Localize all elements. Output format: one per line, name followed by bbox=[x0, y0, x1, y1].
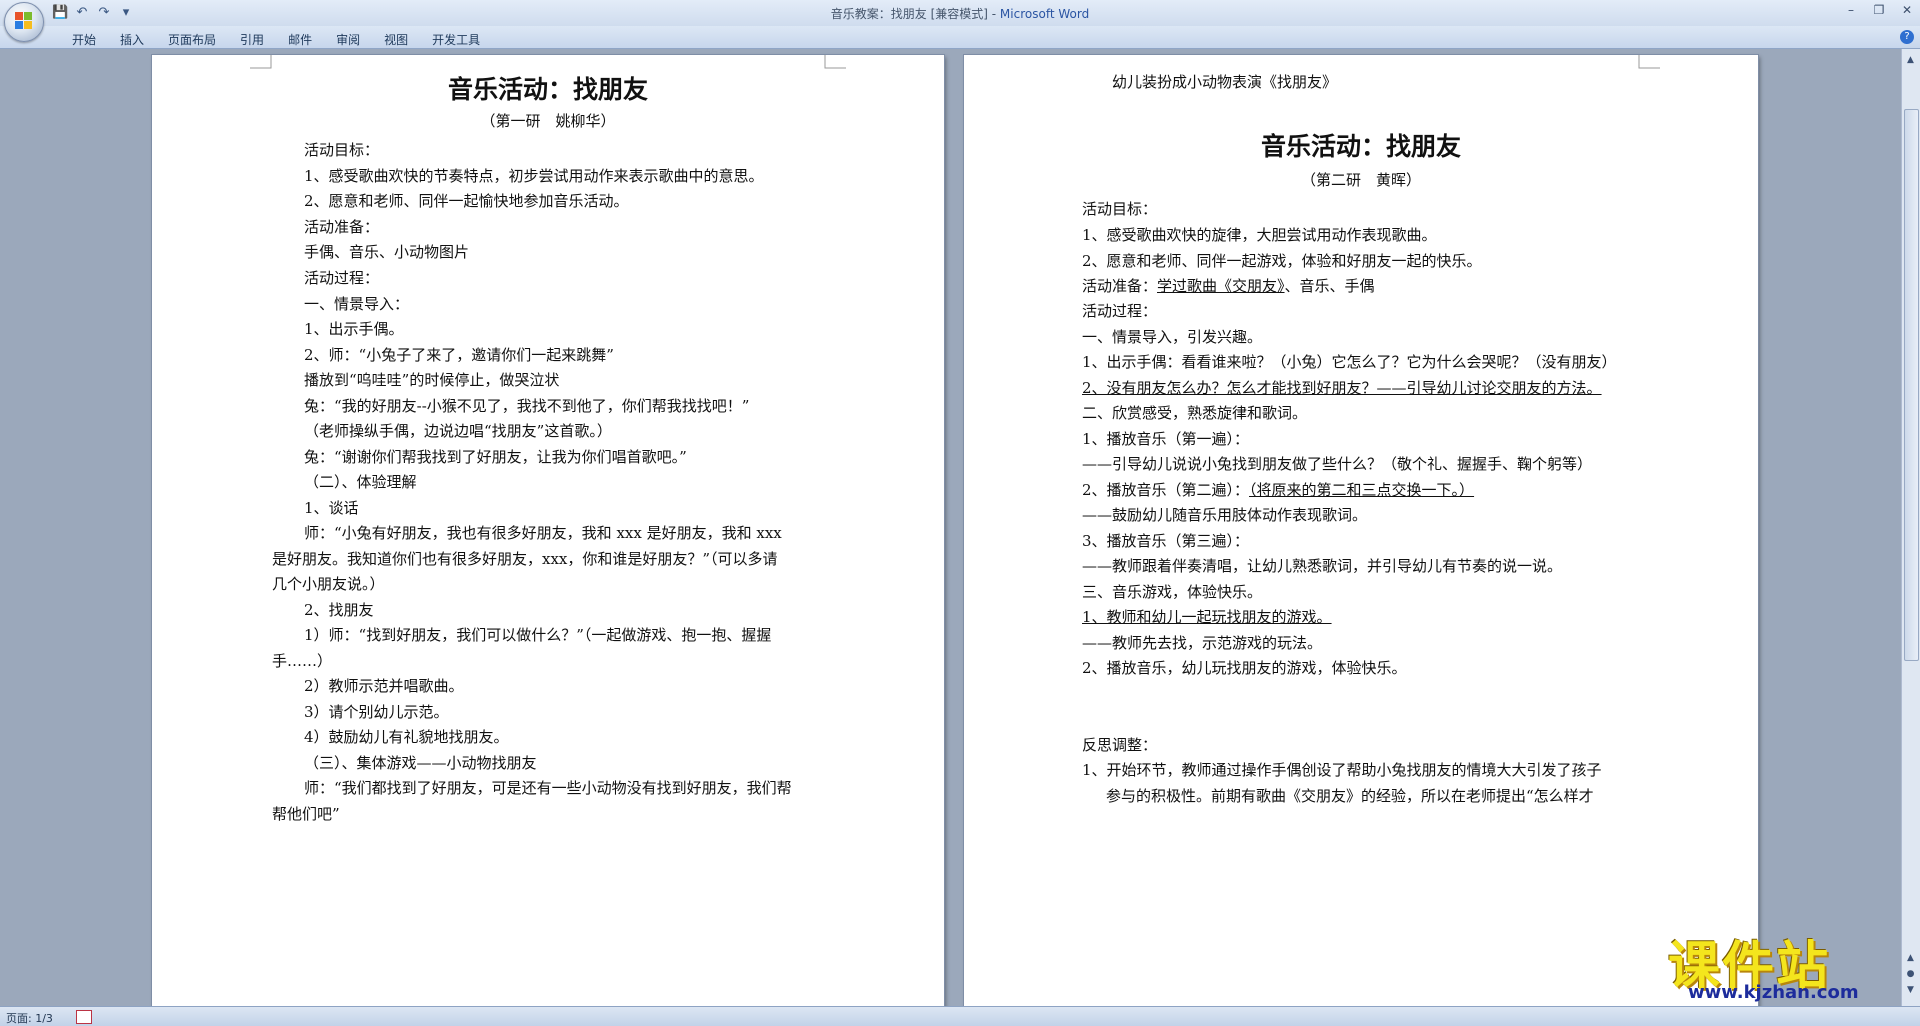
text-line: 活动准备：学过歌曲《交朋友》、音乐、手偶 bbox=[1082, 275, 1375, 296]
tab-home[interactable]: 开始 bbox=[60, 29, 108, 50]
minimize-icon[interactable]: – bbox=[1844, 3, 1858, 17]
margin-corner-mark bbox=[824, 55, 846, 69]
scrollbar-thumb[interactable] bbox=[1904, 109, 1919, 661]
text-line: 2、师：“小兔子了来了，邀请你们一起来跳舞” bbox=[304, 346, 614, 364]
ribbon-tab-bar: 开始 插入 页面布局 引用 邮件 审阅 视图 开发工具 ? bbox=[0, 26, 1920, 49]
text-line: 1、播放音乐（第一遍）： bbox=[1082, 430, 1250, 448]
watermark-logo: 课件站 www.kjzhan.com bbox=[1668, 924, 1904, 1006]
tab-view[interactable]: 视图 bbox=[372, 29, 420, 50]
text-line: 2、播放音乐，幼儿玩找朋友的游戏，体验快乐。 bbox=[1082, 659, 1407, 677]
text-line: 一、情景导入： bbox=[304, 295, 410, 313]
office-button[interactable] bbox=[4, 2, 44, 42]
text-line: （三）、集体游戏——小动物找朋友 bbox=[304, 754, 537, 772]
text-line: 兔：“谢谢你们帮我找到了好朋友，让我为你们唱首歌吧。” bbox=[304, 448, 687, 466]
tab-insert[interactable]: 插入 bbox=[108, 29, 156, 50]
page-subtitle: （第一研 姚柳华） bbox=[480, 112, 616, 130]
text-line: ——引导幼儿说说小兔找到朋友做了些什么？（敬个礼、握握手、鞠个躬等） bbox=[1082, 455, 1593, 473]
office-logo-icon bbox=[15, 12, 33, 30]
tab-references[interactable]: 引用 bbox=[228, 29, 276, 50]
text-line: 1、感受歌曲欢快的节奏特点，初步尝试用动作来表示歌曲中的意思。 bbox=[304, 167, 764, 185]
text-line: 反思调整： bbox=[1082, 736, 1158, 754]
text-line: 1、感受歌曲欢快的旋律，大胆尝试用动作表现歌曲。 bbox=[1082, 226, 1437, 244]
page-2[interactable]: 幼儿装扮成小动物表演《找朋友》 音乐活动：找朋友 （第二研 黄晖） 活动目标： … bbox=[964, 55, 1758, 1006]
text-line: 2、播放音乐（第二遍）：（将原来的第二和三点交换一下。） bbox=[1082, 479, 1474, 500]
underlined-text: 1、教师和幼儿一起玩找朋友的游戏。 bbox=[1082, 608, 1332, 626]
page-title: 音乐活动：找朋友 bbox=[447, 75, 648, 104]
tab-mailings[interactable]: 邮件 bbox=[276, 29, 324, 50]
text-line-label: 2、播放音乐（第二遍）： bbox=[1082, 481, 1250, 499]
text-line: 活动准备： bbox=[304, 218, 380, 236]
app-name: Microsoft Word bbox=[999, 7, 1090, 21]
text-line: （老师操纵手偶，边说边唱“找朋友”这首歌。） bbox=[304, 422, 612, 440]
text-line: 帮他们吧” bbox=[272, 805, 340, 823]
watermark-url: www.kjzhan.com bbox=[1688, 982, 1859, 1003]
text-line: 1、出示手偶。 bbox=[304, 320, 404, 338]
document-title: 音乐教案：找朋友 [兼容模式] - bbox=[830, 7, 1000, 21]
page-title: 音乐活动：找朋友 bbox=[1260, 132, 1461, 161]
text-line: 参与的积极性。前期有歌曲《交朋友》的经验，所以在老师提出“怎么样才 bbox=[1106, 787, 1594, 805]
page-subtitle: （第二研 黄晖） bbox=[1300, 171, 1421, 189]
text-line: 三、音乐游戏，体验快乐。 bbox=[1082, 583, 1263, 601]
text-line: 手……） bbox=[272, 652, 333, 670]
text-line: 活动过程： bbox=[1082, 302, 1158, 320]
text-line: 幼儿装扮成小动物表演《找朋友》 bbox=[1112, 73, 1338, 91]
text-line: ——教师先去找，示范游戏的玩法。 bbox=[1082, 634, 1323, 652]
text-line: 4）鼓励幼儿有礼貌地找朋友。 bbox=[304, 728, 509, 746]
text-line-label: 活动准备： bbox=[1082, 277, 1158, 295]
title-bar: 💾 ↶ ↷ ▾ 音乐教案：找朋友 [兼容模式] - Microsoft Word… bbox=[0, 0, 1920, 26]
status-bar: 页面: 1/3 bbox=[0, 1006, 1920, 1026]
window-title: 音乐教案：找朋友 [兼容模式] - Microsoft Word bbox=[0, 5, 1920, 22]
text-line: 一、情景导入，引发兴趣。 bbox=[1082, 328, 1263, 346]
text-line-rest: 、音乐、手偶 bbox=[1284, 277, 1375, 295]
text-line: 几个小朋友说。） bbox=[272, 575, 385, 593]
vertical-scrollbar[interactable]: ▲ ▲ ● ▼ bbox=[1901, 49, 1920, 1006]
help-icon[interactable]: ? bbox=[1900, 30, 1914, 44]
margin-corner-mark bbox=[1638, 55, 1660, 69]
text-line: 手偶、音乐、小动物图片 bbox=[304, 243, 470, 261]
restore-icon[interactable]: ❐ bbox=[1872, 3, 1886, 17]
underlined-text: 2、没有朋友怎么办？怎么才能找到好朋友？——引导幼儿讨论交朋友的方法。 bbox=[1082, 379, 1602, 397]
text-line: 兔：“我的好朋友--小猴不见了，我找不到他了，你们帮我找找吧！” bbox=[304, 397, 750, 415]
scroll-up-icon[interactable]: ▲ bbox=[1904, 53, 1917, 67]
text-line: 播放到“呜哇哇”的时候停止，做哭泣状 bbox=[304, 371, 560, 389]
margin-corner-mark bbox=[250, 55, 272, 69]
text-line: 2、找朋友 bbox=[304, 601, 374, 619]
browse-object-icon[interactable]: ● bbox=[1904, 967, 1917, 981]
close-icon[interactable]: ✕ bbox=[1900, 3, 1914, 17]
text-line: 1、开始环节，教师通过操作手偶创设了帮助小兔找朋友的情境大大引发了孩子 bbox=[1082, 761, 1602, 779]
text-line: 2、愿意和老师、同伴一起游戏，体验和好朋友一起的快乐。 bbox=[1082, 252, 1482, 270]
text-line: ——教师跟着伴奏清唱，让幼儿熟悉歌词，并引导幼儿有节奏的说一说。 bbox=[1082, 557, 1563, 575]
tab-review[interactable]: 审阅 bbox=[324, 29, 372, 50]
page-1[interactable]: 音乐活动：找朋友 （第一研 姚柳华） 活动目标： 1、感受歌曲欢快的节奏特点，初… bbox=[152, 55, 944, 1006]
text-line: 二、欣赏感受，熟悉旋律和歌词。 bbox=[1082, 404, 1308, 422]
text-line: 1、谈话 bbox=[304, 499, 359, 517]
text-line: 师：“我们都找到了好朋友，可是还有一些小动物没有找到好朋友，我们帮 bbox=[304, 779, 792, 797]
previous-page-icon[interactable]: ▲ bbox=[1904, 951, 1917, 965]
text-line: 3、播放音乐（第三遍）： bbox=[1082, 532, 1250, 550]
text-line: 活动目标： bbox=[304, 141, 380, 159]
tab-page-layout[interactable]: 页面布局 bbox=[156, 29, 228, 50]
text-line: 活动目标： bbox=[1082, 200, 1158, 218]
page-count[interactable]: 页面: 1/3 bbox=[6, 1010, 53, 1026]
text-line: 2、愿意和老师、同伴一起愉快地参加音乐活动。 bbox=[304, 192, 629, 210]
text-line: （二）、体验理解 bbox=[304, 473, 417, 491]
text-line: 3）请个别幼儿示范。 bbox=[304, 703, 449, 721]
text-line: ——鼓励幼儿随音乐用肢体动作表现歌词。 bbox=[1082, 506, 1368, 524]
text-line: 师：“小兔有好朋友，我也有很多好朋友，我和 xxx 是好朋友，我和 xxx bbox=[304, 524, 782, 542]
next-page-icon[interactable]: ▼ bbox=[1904, 983, 1917, 997]
text-line: 活动过程： bbox=[304, 269, 380, 287]
text-line: 1、出示手偶：看看谁来啦？（小兔）它怎么了？它为什么会哭呢？（没有朋友） bbox=[1082, 353, 1617, 371]
proofing-icon[interactable] bbox=[76, 1010, 92, 1024]
underlined-text: （将原来的第二和三点交换一下。） bbox=[1249, 481, 1475, 499]
text-line: 2）教师示范并唱歌曲。 bbox=[304, 677, 464, 695]
text-line: 是好朋友。我知道你们也有很多好朋友，xxx，你和谁是好朋友？”（可以多请 bbox=[272, 550, 778, 568]
underlined-text: 学过歌曲《交朋友》 bbox=[1157, 277, 1285, 295]
tab-developer[interactable]: 开发工具 bbox=[420, 29, 492, 50]
document-workspace: 音乐活动：找朋友 （第一研 姚柳华） 活动目标： 1、感受歌曲欢快的节奏特点，初… bbox=[0, 49, 1902, 1006]
text-line: 1）师：“找到好朋友，我们可以做什么？”（一起做游戏、抱一抱、握握 bbox=[304, 626, 772, 644]
